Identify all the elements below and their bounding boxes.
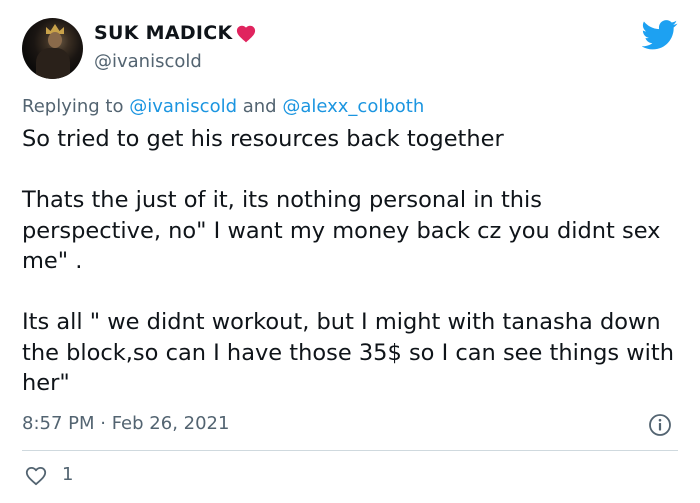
reply-prefix: Replying to <box>22 96 130 117</box>
reply-mention-ivaniscold[interactable]: @ivaniscold <box>129 96 237 117</box>
display-name-text[interactable]: SUK MADICK <box>94 22 233 44</box>
red-heart-icon <box>236 25 255 43</box>
avatar-head-shape <box>48 32 62 48</box>
twitter-bird-icon[interactable] <box>642 20 678 50</box>
display-name[interactable]: SUK MADICK <box>94 22 257 44</box>
reply-joiner: and <box>237 96 283 117</box>
divider <box>22 450 678 451</box>
reply-context: Replying to @ivaniscold and @alexx_colbo… <box>22 96 424 117</box>
tweet-body: So tried to get his resources back toget… <box>22 124 682 399</box>
avatar-body-shape <box>36 48 70 79</box>
tweet-card: SUK MADICK @ivaniscold Replying to @ivan… <box>0 0 700 503</box>
tweet-timestamp[interactable]: 8:57 PM · Feb 26, 2021 <box>22 413 229 434</box>
info-icon[interactable] <box>648 413 672 437</box>
tweet-paragraph-3: Its all " we didnt workout, but I might … <box>22 309 682 396</box>
reply-mention-alexx-colboth[interactable]: @alexx_colboth <box>282 96 424 117</box>
avatar[interactable] <box>22 18 83 79</box>
tweet-paragraph-2: Thats the just of it, its nothing person… <box>22 187 668 274</box>
tweet-line-1: So tried to get his resources back toget… <box>22 126 504 152</box>
user-handle[interactable]: @ivaniscold <box>94 51 202 72</box>
like-count[interactable]: 1 <box>62 464 73 485</box>
heart-outline-icon[interactable] <box>24 464 48 486</box>
